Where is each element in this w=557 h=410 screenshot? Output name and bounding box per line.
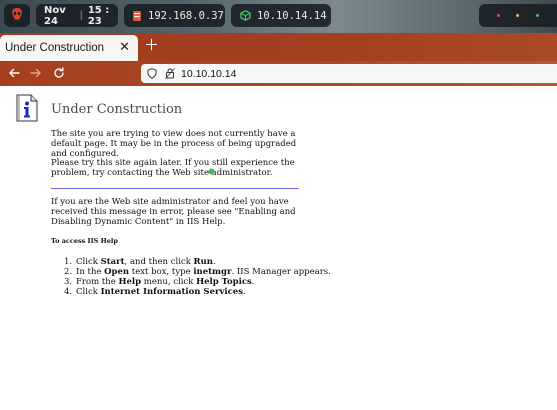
target-ip-text: 10.10.14.14 <box>257 9 327 22</box>
list-item: 4. Click Internet Information Services. <box>64 287 246 297</box>
close-tab-icon[interactable]: ✕ <box>119 39 130 55</box>
status-indicators[interactable] <box>479 4 557 27</box>
new-tab-button[interactable]: ＋ <box>144 36 159 54</box>
page-title: Under Construction <box>51 102 183 117</box>
clock-separator: | <box>79 10 83 21</box>
page-info-icon[interactable] <box>165 64 175 83</box>
time-text: 15 : 23 <box>87 4 110 27</box>
info-document-icon <box>16 94 38 122</box>
vpn-cube-icon <box>240 10 251 21</box>
date-text: Nov 24 <box>44 4 66 27</box>
iis-help-heading: To access IIS Help <box>51 237 118 245</box>
list-item: 1. Click Start, and then click Run. <box>64 257 216 267</box>
target-ip-widget[interactable]: 10.10.14.14 <box>231 4 331 27</box>
url-text[interactable]: 10.10.10.14 <box>181 68 236 80</box>
section-divider <box>51 188 299 189</box>
system-top-bar: Nov 24 | 15 : 23 192.168.0.37 10.10.14.1… <box>0 0 557 33</box>
browser-tab-bar: Under Construction ✕ <box>0 33 557 61</box>
browser-nav-bar: 10.10.10.14 <box>0 61 557 86</box>
admin-paragraph: If you are the Web site administrator an… <box>51 197 296 227</box>
back-button[interactable] <box>6 65 22 81</box>
list-item: 2. In the Open text box, type inetmgr. II… <box>64 267 331 277</box>
tab-title: Under Construction <box>5 42 105 54</box>
help-steps-list: 1. Click Start, and then click Run. 2. In … <box>64 257 364 297</box>
arrow-right-icon <box>30 68 41 78</box>
status-dot-green <box>535 14 539 17</box>
status-dot-red <box>497 14 501 17</box>
shield-icon[interactable] <box>147 64 157 83</box>
local-ip-widget[interactable]: 192.168.0.37 <box>124 4 225 27</box>
local-ip-text: 192.168.0.37 <box>148 9 224 22</box>
clock-widget[interactable]: Nov 24 | 15 : 23 <box>36 4 118 27</box>
list-item: 3. From the Help menu, click Help Topics. <box>64 277 255 287</box>
status-dot-yellow <box>516 14 520 17</box>
address-bar[interactable]: 10.10.10.14 <box>141 64 557 83</box>
retry-paragraph: Please try this site again later. If you… <box>51 158 295 178</box>
forward-button[interactable] <box>28 65 44 81</box>
intro-paragraph: The site you are trying to view does not… <box>51 129 297 159</box>
page-content: Under Construction The site you are tryi… <box>0 86 557 410</box>
reload-icon <box>54 67 64 78</box>
reload-button[interactable] <box>51 65 67 81</box>
arrow-left-icon <box>9 68 20 78</box>
mouse-cursor-icon <box>208 160 215 175</box>
alien-skull-icon <box>10 7 24 24</box>
network-icon <box>132 10 142 22</box>
tab-under-construction[interactable]: Under Construction ✕ <box>0 35 138 61</box>
app-menu-button[interactable] <box>4 4 30 27</box>
